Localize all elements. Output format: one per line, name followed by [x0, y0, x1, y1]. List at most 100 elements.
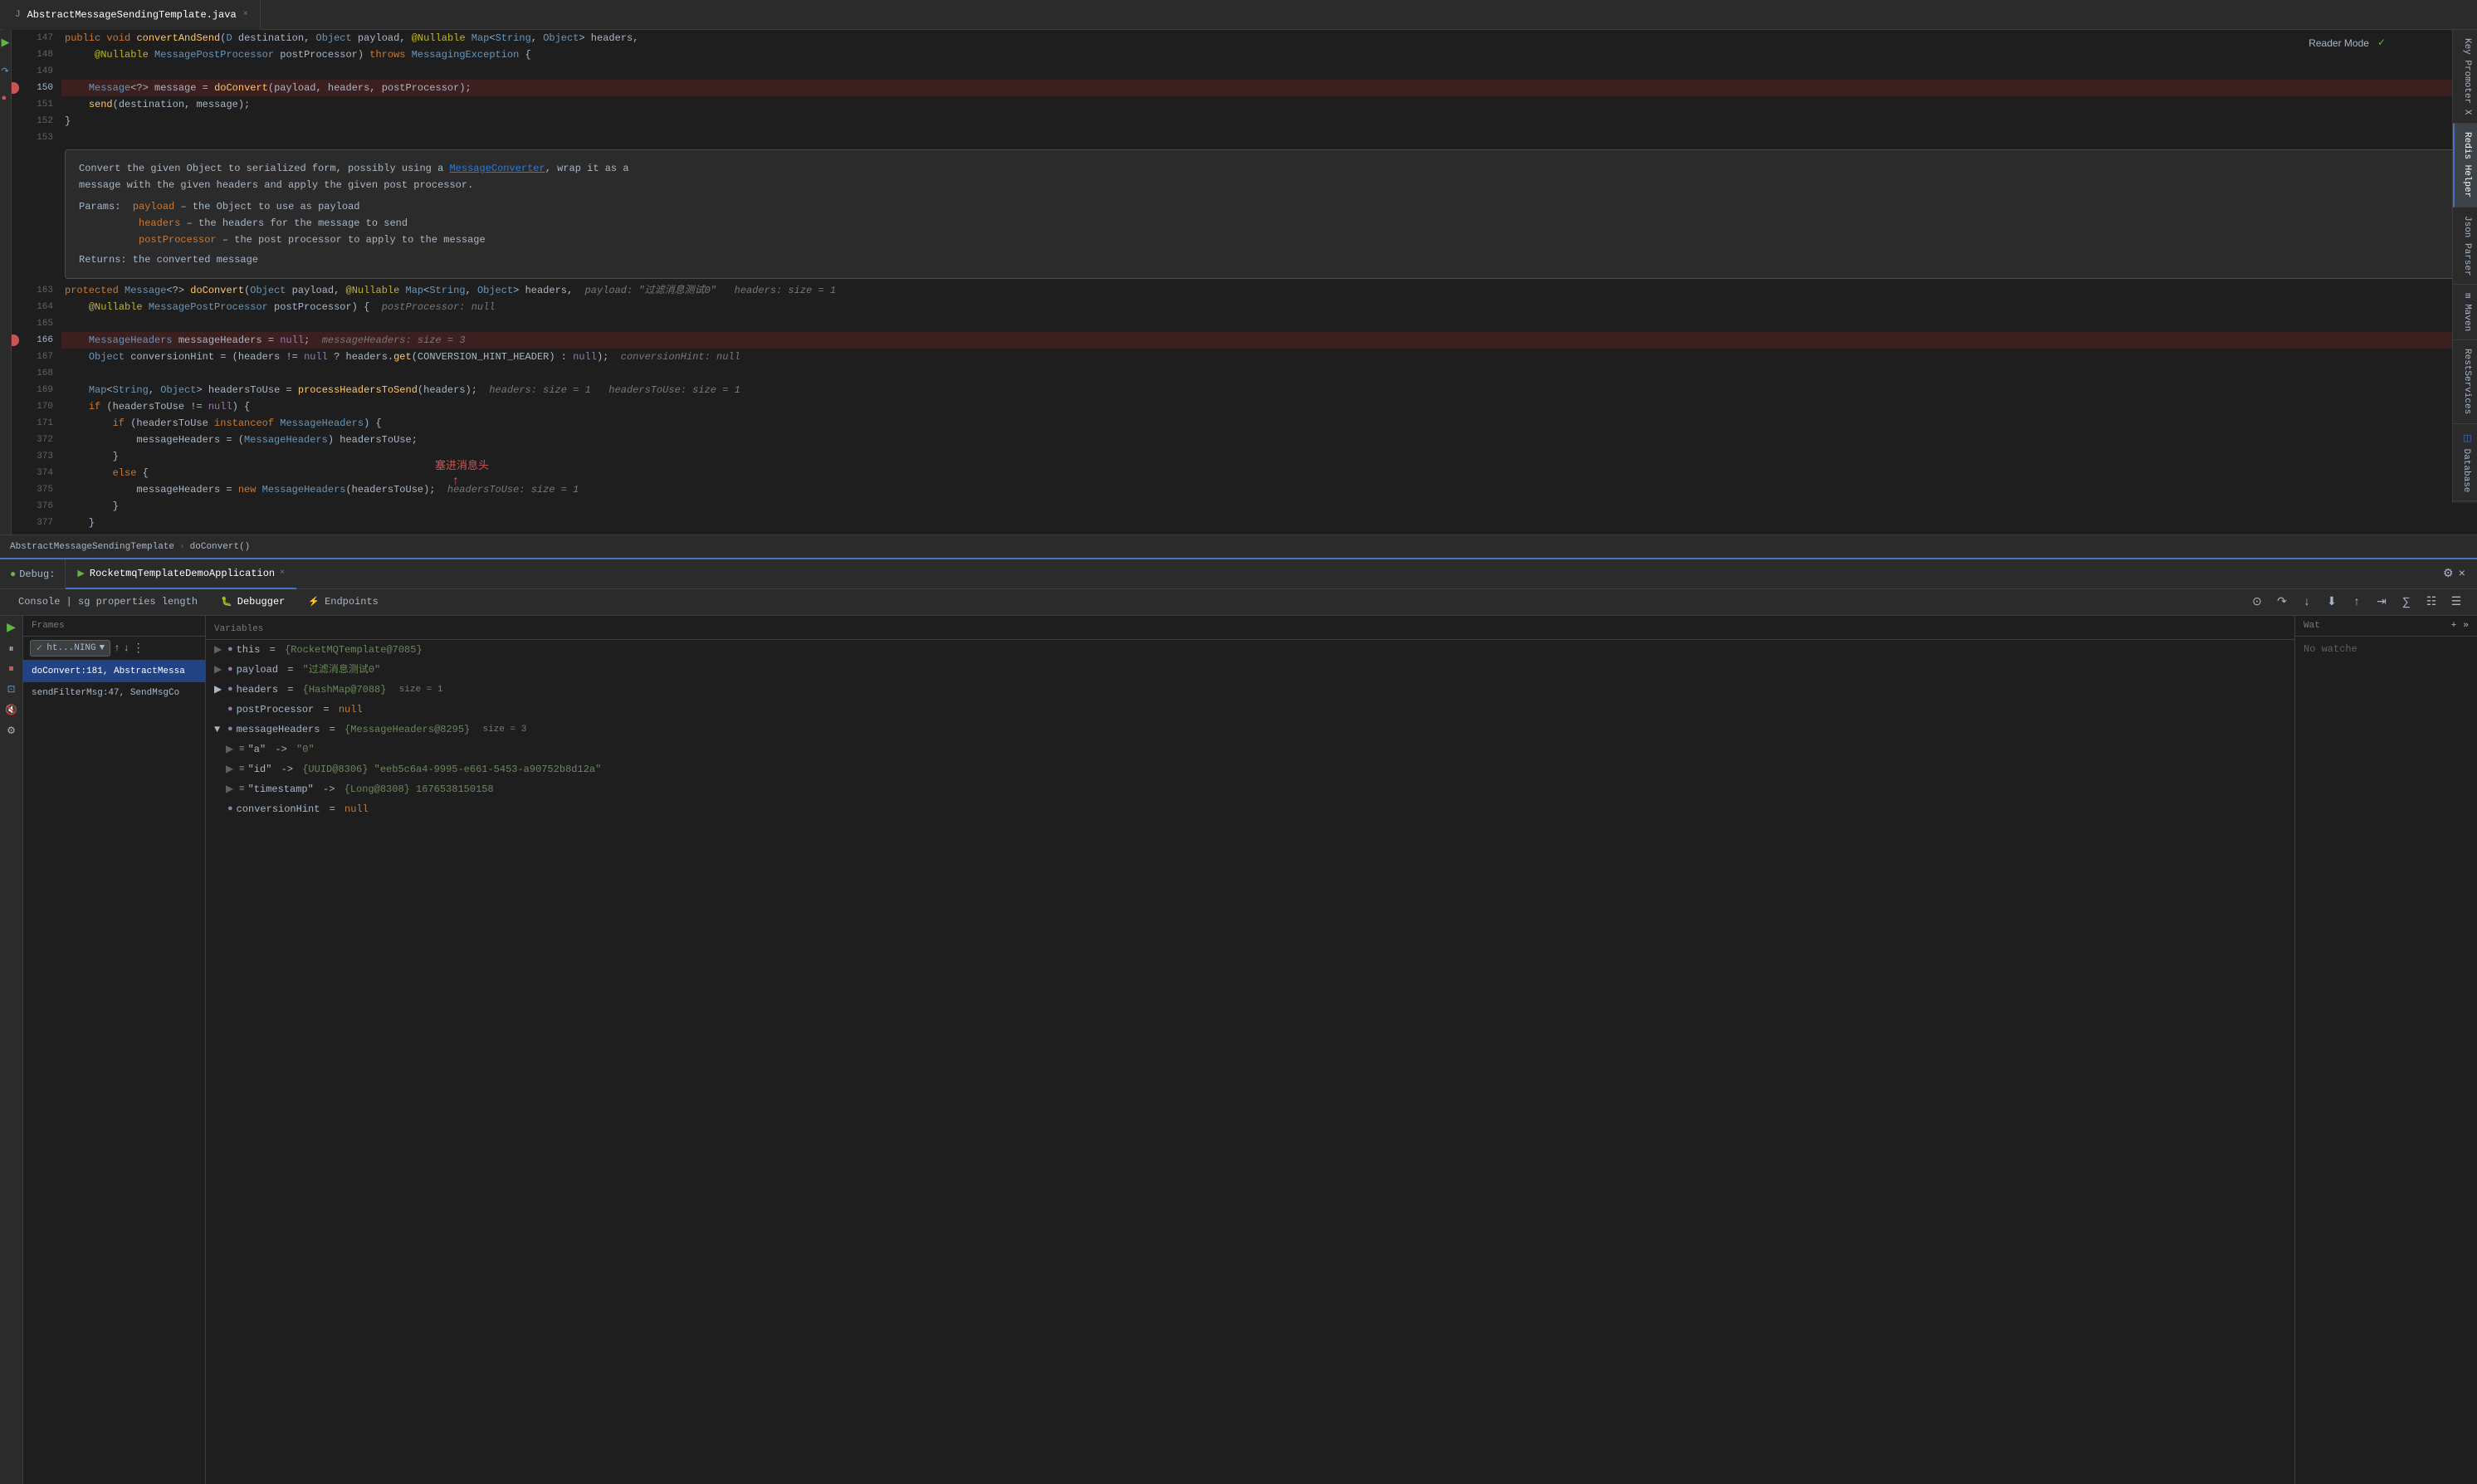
plugin-key-promoter[interactable]: Key Promoter X	[2453, 30, 2477, 124]
tab-close-icon[interactable]: ×	[243, 10, 248, 19]
frames-panel: Frames ✓ ht...NING ▼ ↑ ↓ ⋮ doConvert:181…	[23, 616, 206, 1484]
filter-up-icon[interactable]: ↑	[114, 642, 120, 654]
mute-btn[interactable]: 🔇	[5, 704, 17, 716]
var-headers[interactable]: ▶ ● headers = {HashMap@7088} size = 1	[206, 680, 2294, 700]
show-execution-point-btn[interactable]: ⊙	[2246, 592, 2268, 613]
code-line-374: 374 else {	[61, 465, 2477, 481]
reader-mode-button[interactable]: Reader Mode	[2308, 37, 2369, 49]
tab-label: AbstractMessageSendingTemplate.java	[27, 9, 237, 21]
plugin-maven[interactable]: m Maven	[2453, 285, 2477, 340]
plugin-redis-helper[interactable]: Redis Helper	[2453, 124, 2477, 207]
var-type-payload: ●	[227, 662, 233, 677]
more-settings-btn[interactable]: ⚙	[7, 725, 16, 737]
run-debug-icon[interactable]: ▶	[2, 37, 10, 49]
var-type-a: ≡	[239, 742, 245, 757]
app-tab-close[interactable]: ×	[280, 569, 285, 578]
step-into-btn[interactable]: ↓	[2296, 592, 2318, 613]
frames-list: doConvert:181, AbstractMessa sendFilterM…	[23, 661, 205, 1484]
breadcrumb-class[interactable]: AbstractMessageSendingTemplate	[10, 542, 174, 552]
filter-down-icon[interactable]: ↓	[123, 642, 129, 654]
step-out-btn[interactable]: ↑	[2346, 592, 2367, 613]
var-payload[interactable]: ▶ ● payload = "过滤消息测试0"	[206, 660, 2294, 680]
breadcrumb-method[interactable]: doConvert()	[190, 542, 251, 552]
plugin-json-parser[interactable]: Json Parser	[2453, 207, 2477, 286]
filter-checkbox: ✓	[36, 642, 43, 654]
code-line-147: 147 public void convertAndSend(D destina…	[61, 30, 2477, 46]
line-num-165: 165	[16, 315, 53, 332]
java-file-icon: J	[15, 10, 21, 20]
param-payload: payload	[133, 201, 174, 212]
left-gutter: ▶ ↷ ●	[0, 30, 12, 535]
var-mh-timestamp[interactable]: ▶ ≡ "timestamp" -> {Long@8308} 167653815…	[206, 779, 2294, 799]
javadoc-code-ref: MessageConverter	[449, 163, 545, 174]
add-watch-btn[interactable]: +	[2451, 621, 2457, 631]
code-line-153: 153	[61, 129, 2477, 146]
settings-icon[interactable]: ⚙	[2443, 567, 2454, 581]
var-type-headers: ●	[227, 682, 233, 697]
debug-app-tab[interactable]: ▶ RocketmqTemplateDemoApplication ×	[66, 559, 296, 589]
frame-item-0[interactable]: doConvert:181, AbstractMessa	[23, 661, 205, 682]
debug-content: ▶ ⏸ ⏹ ⊡ 🔇 ⚙ Frames ✓ ht...NING ▼ ↑ ↓ ⋮	[0, 616, 2477, 1484]
var-this[interactable]: ▶ ● this = {RocketMQTemplate@7085}	[206, 640, 2294, 660]
trace-current-btn[interactable]: ☷	[2421, 592, 2442, 613]
var-type-id: ≡	[239, 762, 245, 777]
code-line-151: 151 send(destination, message);	[61, 96, 2477, 113]
code-line-150: 150 Message<?> message = doConvert(paylo…	[61, 80, 2477, 96]
variables-header: Variables	[206, 619, 2294, 640]
expand-watches-icon[interactable]: »	[2463, 621, 2469, 631]
editor-tab-active[interactable]: J AbstractMessageSendingTemplate.java ×	[3, 0, 261, 30]
endpoints-icon: ⚡	[308, 596, 320, 608]
var-postprocessor[interactable]: ● postProcessor = null	[206, 700, 2294, 720]
step-over-icon[interactable]: ↷	[2, 66, 10, 77]
pause-btn[interactable]: ⏸	[8, 643, 13, 655]
line-num-151: 151	[16, 96, 53, 113]
watches-panel: Wat + » No watche	[2294, 616, 2477, 1484]
line-num-149: 149	[16, 63, 53, 80]
var-expand-a-icon: ▶	[226, 742, 236, 757]
view-breakpoints-btn[interactable]: ⊡	[7, 683, 15, 696]
var-mh-id[interactable]: ▶ ≡ "id" -> {UUID@8306} "eeb5c6a4-9995-e…	[206, 759, 2294, 779]
var-type-ch: ●	[227, 802, 233, 817]
stop-btn[interactable]: ⏹	[8, 663, 13, 675]
breakpoint-icon[interactable]: ●	[2, 94, 10, 104]
debugger-icon: 🐛	[221, 596, 232, 608]
var-messageheaders[interactable]: ▼ ● messageHeaders = {MessageHeaders@829…	[206, 720, 2294, 740]
filter-options-icon[interactable]: ⋮	[133, 642, 144, 656]
resume-btn[interactable]: ▶	[7, 621, 16, 635]
filter-dropdown-icon[interactable]: ▼	[100, 643, 105, 653]
run-to-cursor-btn[interactable]: ⇥	[2371, 592, 2392, 613]
endpoints-tab[interactable]: ⚡ Endpoints	[296, 588, 390, 618]
line-num-373: 373	[16, 448, 53, 465]
frames-header: Frames	[23, 616, 205, 637]
close-debug-icon[interactable]: ×	[2459, 568, 2465, 581]
javadoc-popup: Convert the given Object to serialized f…	[65, 149, 2477, 279]
breadcrumb-bar: AbstractMessageSendingTemplate › doConve…	[0, 535, 2477, 558]
var-type-this: ●	[227, 642, 233, 657]
plugin-database[interactable]: ◫ Database	[2453, 424, 2477, 501]
thread-filter[interactable]: ✓ ht...NING ▼	[30, 640, 110, 657]
code-line-148: 148 @Nullable MessagePostProcessor postP…	[61, 46, 2477, 63]
debugger-tab[interactable]: 🐛 Debugger	[209, 588, 296, 618]
plugin-rest-services[interactable]: RestServices	[2453, 340, 2477, 423]
debug-label: ● Debug:	[0, 559, 66, 589]
code-line-166: 166 MessageHeaders messageHeaders = null…	[61, 332, 2477, 349]
line-num-377: 377	[16, 515, 53, 531]
frame-item-1[interactable]: sendFilterMsg:47, SendMsgCo	[23, 682, 205, 704]
evaluate-expr-btn[interactable]: ∑	[2396, 592, 2417, 613]
line-num-372: 372	[16, 432, 53, 448]
console-tab[interactable]: Console | sg properties length	[7, 588, 209, 618]
app-run-icon: ▶	[77, 568, 84, 579]
step-over-btn[interactable]: ↷	[2271, 592, 2293, 613]
var-conversionhint[interactable]: ● conversionHint = null	[206, 799, 2294, 819]
var-expand-mh-icon: ▼	[214, 722, 224, 737]
force-step-into-btn[interactable]: ⬇	[2321, 592, 2343, 613]
code-line-163: 163 protected Message<?> doConvert(Objec…	[61, 282, 2477, 299]
var-mh-a[interactable]: ▶ ≡ "a" -> "0"	[206, 740, 2294, 759]
watches-header: Wat + »	[2295, 616, 2477, 637]
code-line-169: 169 Map<String, Object> headersToUse = p…	[61, 382, 2477, 398]
code-line-167: 167 Object conversionHint = (headers != …	[61, 349, 2477, 365]
var-expand-pp-icon	[214, 702, 224, 717]
var-expand-headers-icon: ▶	[214, 682, 224, 697]
settings-debugger-btn[interactable]: ☰	[2445, 592, 2467, 613]
param-headers: headers	[139, 217, 180, 229]
